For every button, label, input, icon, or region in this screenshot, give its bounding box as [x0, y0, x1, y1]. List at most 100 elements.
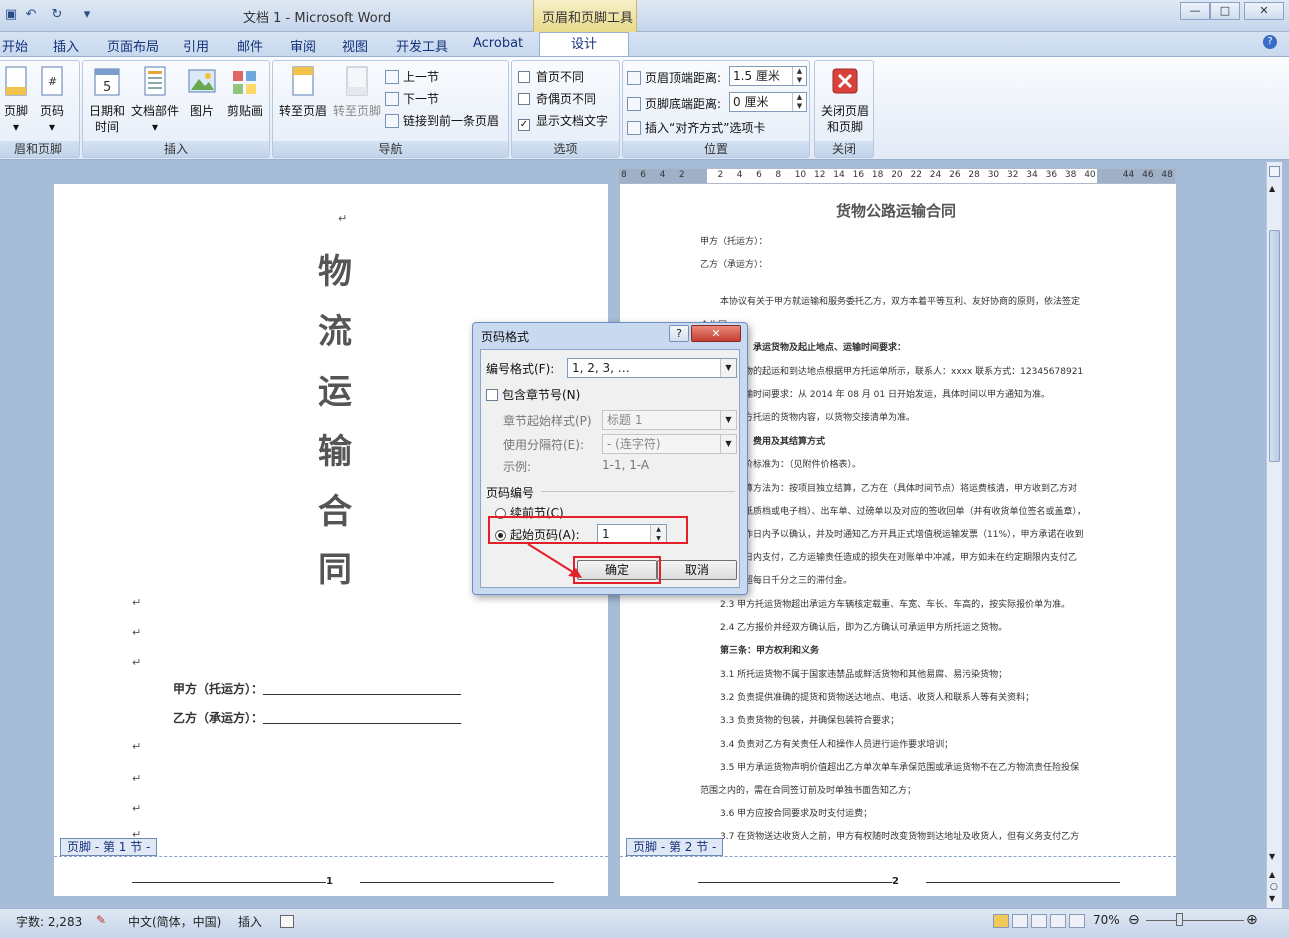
- spinner-arrows-icon[interactable]: ▲ ▼: [792, 67, 806, 85]
- ruler-tick-label: 2: [717, 170, 724, 180]
- page-number-icon: #: [41, 66, 63, 96]
- close-window-button[interactable]: ✕: [1244, 2, 1284, 20]
- proofing-icon[interactable]: ✎: [96, 913, 106, 927]
- ruler-toggle-icon[interactable]: [1269, 166, 1280, 177]
- number-format-select[interactable]: 1, 2, 3, … ▼: [567, 358, 737, 378]
- tab-mailings[interactable]: 邮件: [237, 36, 263, 55]
- ruler-tick-label: 8: [775, 170, 782, 180]
- page-number-button[interactable]: # 页码 ▾: [37, 65, 67, 135]
- web-layout-icon[interactable]: [1031, 914, 1047, 928]
- chapter-style-select[interactable]: 标题 1 ▼: [602, 410, 737, 430]
- contract-line: 3.5 甲方承运货物声明价值超出乙方单次单车承保范围或承运货物不在乙方物流责任险…: [720, 763, 1080, 773]
- footer-distance-spinner[interactable]: 0 厘米 ▲ ▼: [729, 92, 807, 112]
- next-section-button[interactable]: 下一节: [385, 90, 439, 107]
- macro-icon[interactable]: [280, 915, 294, 928]
- goto-footer-label: 转至页脚: [332, 104, 381, 118]
- browse-object-icon[interactable]: ○: [1270, 882, 1278, 892]
- prev-page-icon[interactable]: ▲: [1269, 870, 1275, 879]
- qat-menu-icon[interactable]: ▾: [78, 6, 96, 24]
- tab-developer[interactable]: 开发工具: [396, 36, 448, 55]
- prev-section-button[interactable]: 上一节: [385, 68, 439, 85]
- tab-page-layout[interactable]: 页面布局: [107, 36, 159, 55]
- tab-view[interactable]: 视图: [342, 36, 368, 55]
- contract-line: ：费用及其结算方式: [744, 437, 826, 447]
- separator-value: - (连字符): [607, 437, 661, 451]
- include-chapter-checkbox[interactable]: 包含章节号(N): [486, 386, 580, 403]
- contract-line: ：承运货物及起止地点、运输时间要求：: [744, 343, 907, 353]
- full-screen-reading-icon[interactable]: [1012, 914, 1028, 928]
- show-doc-text-checkbox[interactable]: ✓ 显示文档文字: [518, 112, 608, 131]
- undo-icon[interactable]: ↶: [22, 6, 40, 24]
- zoom-slider-thumb[interactable]: [1176, 913, 1183, 926]
- ruler-tick-label: 4: [659, 170, 666, 180]
- title-char: 输: [318, 432, 352, 472]
- header-distance-spinner[interactable]: 1.5 厘米 ▲ ▼: [729, 66, 807, 86]
- cancel-button[interactable]: 取消: [657, 560, 737, 580]
- goto-footer-button[interactable]: 转至页脚: [331, 65, 383, 119]
- first-page-label: 首页不同: [536, 70, 585, 84]
- print-layout-icon[interactable]: [993, 914, 1009, 928]
- link-previous-button[interactable]: 链接到前一条页眉: [385, 112, 499, 129]
- contract-line: 范围之内的，需在合同签订前及时单独书面告知乙方；: [700, 786, 917, 796]
- zoom-out-icon[interactable]: ⊖: [1128, 912, 1140, 928]
- insert-align-tab-button[interactable]: 插入“对齐方式”选项卡: [627, 119, 765, 136]
- minimize-button[interactable]: —: [1180, 2, 1210, 20]
- dropdown-arrow-icon[interactable]: ▼: [720, 411, 736, 429]
- tab-home[interactable]: 开始: [2, 36, 28, 55]
- contract-line: 日内支付，乙方运输责任造成的损失在对账单中冲减，甲方如未在约定期限内支付乙: [744, 553, 1078, 563]
- vertical-scrollbar[interactable]: ▲ ▼ ▲ ○ ▼: [1266, 162, 1282, 908]
- doc-parts-label: 文档部件: [130, 104, 179, 118]
- svg-text:5: 5: [103, 80, 111, 95]
- picture-button[interactable]: 图片: [185, 65, 219, 119]
- maximize-button[interactable]: □: [1210, 2, 1240, 20]
- contract-line: 物的起运和到达地点根据甲方托运单所示，联系人：xxxx 联系方式：1234567…: [744, 367, 1084, 377]
- ruler-tick-label: 8: [621, 170, 627, 180]
- dialog-close-button[interactable]: ✕: [691, 325, 741, 342]
- goto-header-button[interactable]: 转至页眉: [275, 65, 331, 119]
- ruler-tick-label: 44: [1122, 170, 1135, 180]
- redo-icon[interactable]: ↻: [48, 6, 66, 24]
- picture-icon: [188, 69, 216, 93]
- outline-icon[interactable]: [1050, 914, 1066, 928]
- scroll-thumb[interactable]: [1269, 230, 1280, 462]
- zoom-slider[interactable]: [1146, 920, 1244, 921]
- dropdown-arrow-icon[interactable]: ▼: [720, 359, 736, 377]
- footer-icon: [5, 66, 27, 96]
- doc-parts-icon: [144, 66, 166, 96]
- spinner-arrows-icon[interactable]: ▲ ▼: [792, 93, 806, 111]
- zoom-in-icon[interactable]: ⊕: [1246, 912, 1258, 928]
- close-header-footer-button[interactable]: 关闭页眉 和页脚: [817, 65, 873, 135]
- dropdown-arrow-icon[interactable]: ▼: [720, 435, 736, 453]
- tab-review[interactable]: 审阅: [290, 36, 316, 55]
- zoom-level[interactable]: 70%: [1093, 913, 1120, 927]
- dialog-help-button[interactable]: ?: [669, 325, 689, 342]
- odd-even-checkbox[interactable]: 奇偶页不同: [518, 90, 596, 107]
- contract-line: 作日内予以确认，并及时通知乙方开具正式增值税运输发票（11%），甲方承诺在收到: [744, 530, 1084, 540]
- first-page-checkbox[interactable]: 首页不同: [518, 68, 584, 85]
- checkbox-unchecked-icon: [518, 71, 530, 83]
- tab-references[interactable]: 引用: [183, 36, 209, 55]
- close-red-icon: [832, 68, 858, 94]
- include-chapter-label: 包含章节号(N): [502, 388, 581, 402]
- draft-icon[interactable]: [1069, 914, 1085, 928]
- separator-select[interactable]: - (连字符) ▼: [602, 434, 737, 454]
- tab-acrobat[interactable]: Acrobat: [473, 36, 523, 51]
- scroll-up-icon[interactable]: ▲: [1269, 184, 1275, 193]
- word-count[interactable]: 字数: 2,283: [16, 913, 82, 930]
- clipart-icon: [233, 71, 256, 94]
- next-page-icon[interactable]: ▼: [1269, 894, 1275, 903]
- next-section-icon: [385, 92, 399, 106]
- date-time-button[interactable]: 5 日期和 时间: [87, 65, 127, 135]
- save-icon[interactable]: ▣: [2, 6, 20, 24]
- horizontal-ruler[interactable]: 8 6 4 2 2 4 6 8 10 12 14 16 18 20 22 24 26 28 30 32 34 36 38 40…: [618, 168, 1176, 184]
- doc-parts-button[interactable]: 文档部件 ▾: [129, 65, 181, 135]
- help-icon[interactable]: ?: [1263, 35, 1277, 49]
- footer-button[interactable]: 页脚 ▾: [1, 65, 31, 135]
- scroll-down-icon[interactable]: ▼: [1269, 852, 1275, 861]
- tab-design[interactable]: 设计: [539, 32, 629, 57]
- party-a-line: 甲方（托运方）：: [173, 680, 462, 697]
- language-indicator[interactable]: 中文(简体，中国): [128, 913, 221, 930]
- clipart-button[interactable]: 剪贴画: [223, 65, 267, 119]
- tab-insert[interactable]: 插入: [53, 36, 79, 55]
- insert-mode[interactable]: 插入: [238, 913, 262, 930]
